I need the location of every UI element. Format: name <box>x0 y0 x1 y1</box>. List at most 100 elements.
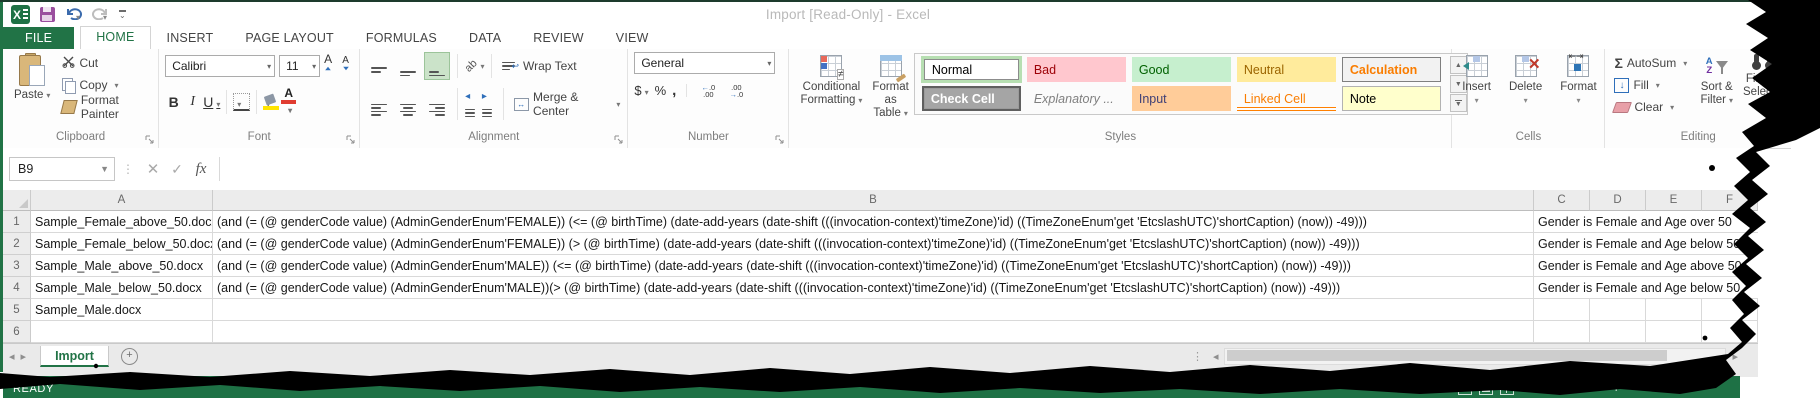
cell-B1[interactable]: (and (= (@ genderCode value) (AdminGende… <box>213 211 1534 233</box>
column-header-d[interactable]: D <box>1590 190 1646 211</box>
number-format-select[interactable]: General <box>634 52 775 74</box>
cell-A3[interactable]: Sample_Male_above_50.docx <box>31 255 213 277</box>
align-right-button[interactable] <box>424 88 450 120</box>
insert-cells-button[interactable]: Insert▾ <box>1457 52 1496 131</box>
cell-E5[interactable] <box>1646 299 1702 321</box>
scroll-right-icon[interactable]: ▸ <box>1726 350 1744 363</box>
tab-data[interactable]: DATA <box>453 28 517 49</box>
cell-C1[interactable]: Gender is Female and Age over 50 <box>1534 211 1758 233</box>
cell-A1[interactable]: Sample_Female_above_50.docx <box>31 211 213 233</box>
style-chip-linked-cell[interactable]: Linked Cell <box>1237 86 1336 111</box>
cell-C6[interactable] <box>1534 321 1590 343</box>
style-chip-neutral[interactable]: Neutral <box>1237 57 1336 82</box>
tab-page-layout[interactable]: PAGE LAYOUT <box>229 28 350 49</box>
cell-F5[interactable] <box>1702 299 1758 321</box>
align-center-button[interactable] <box>395 88 421 120</box>
sheet-nav-right-icon[interactable]: ▸ <box>21 350 33 363</box>
cancel-icon[interactable]: ✕ <box>141 160 165 178</box>
increase-indent-button[interactable]: ▸ <box>482 86 496 122</box>
tab-review[interactable]: REVIEW <box>517 28 600 49</box>
page-layout-view-icon[interactable] <box>1479 381 1493 395</box>
name-box[interactable]: B9▼ <box>9 157 115 181</box>
clear-button[interactable]: Clear <box>1611 96 1695 118</box>
shrink-font-button[interactable]: A <box>342 55 355 77</box>
style-chip-note[interactable]: Note <box>1342 86 1441 111</box>
cell-B3[interactable]: (and (= (@ genderCode value) (AdminGende… <box>213 255 1534 277</box>
enter-icon[interactable]: ✓ <box>165 161 189 178</box>
format-as-table-button[interactable]: Format as Table <box>867 52 913 122</box>
underline-button[interactable]: U <box>203 94 220 110</box>
cell-B4[interactable]: (and (= (@ genderCode value) (AdminGende… <box>213 277 1534 299</box>
accounting-format-button[interactable]: $ <box>634 83 648 98</box>
cell-A2[interactable]: Sample_Female_below_50.docx <box>31 233 213 255</box>
page-break-view-icon[interactable] <box>1500 381 1514 395</box>
delete-cells-button[interactable]: ✕ Delete▾ <box>1504 52 1547 131</box>
cell-A6[interactable] <box>31 321 213 343</box>
style-chip-calculation[interactable]: Calculation <box>1342 57 1441 82</box>
bold-button[interactable]: B <box>165 94 182 110</box>
merge-center-button[interactable]: ↔ Merge & Center <box>511 93 624 115</box>
row-header-4[interactable]: 4 <box>3 277 31 299</box>
decrease-decimal-button[interactable]: .00→.0 <box>725 84 747 98</box>
tab-formulas[interactable]: FORMULAS <box>350 28 453 49</box>
font-name-select[interactable]: Calibri <box>165 55 275 77</box>
cell-D5[interactable] <box>1590 299 1646 321</box>
row-header-3[interactable]: 3 <box>3 255 31 277</box>
font-size-select[interactable]: 11 <box>279 55 320 77</box>
align-left-button[interactable] <box>366 88 392 120</box>
insert-function-icon[interactable]: fx <box>189 161 213 178</box>
cell-B2[interactable]: (and (= (@ genderCode value) (AdminGende… <box>213 233 1534 255</box>
tab-home[interactable]: HOME <box>80 26 150 49</box>
cell-C4[interactable]: Gender is Female and Age below 50 <box>1534 277 1758 299</box>
column-header-f[interactable]: F <box>1702 190 1758 211</box>
tab-insert[interactable]: INSERT <box>151 28 230 49</box>
style-chip-bad[interactable]: Bad <box>1027 57 1126 82</box>
decrease-indent-button[interactable]: ◂ <box>465 86 479 122</box>
style-chip-normal[interactable]: Normal <box>924 59 1019 80</box>
tab-file[interactable]: FILE <box>3 27 74 49</box>
row-header-5[interactable]: 5 <box>3 299 31 321</box>
zoom-slider[interactable] <box>1535 387 1605 389</box>
format-cells-button[interactable]: ⇤⇥ Format▾ <box>1555 52 1601 131</box>
tab-scroll-splitter[interactable]: ⋮ <box>1188 350 1207 363</box>
column-header-b[interactable]: B <box>213 190 1534 211</box>
row-header-1[interactable]: 1 <box>3 211 31 233</box>
column-header-e[interactable]: E <box>1646 190 1702 211</box>
font-dialog-launcher-icon[interactable] <box>346 135 356 145</box>
zoom-in-icon[interactable]: + <box>1612 383 1620 393</box>
middle-align-button[interactable] <box>395 52 421 80</box>
column-header-c[interactable]: C <box>1534 190 1590 211</box>
style-chip-input[interactable]: Input <box>1132 86 1231 111</box>
format-painter-button[interactable]: Format Painter <box>59 96 154 118</box>
font-color-button[interactable]: A <box>281 88 296 116</box>
normal-view-icon[interactable] <box>1458 381 1472 395</box>
clipboard-dialog-launcher-icon[interactable] <box>145 135 155 145</box>
cell-F6[interactable] <box>1702 321 1758 343</box>
scroll-left-icon[interactable]: ◂ <box>1207 350 1225 363</box>
style-chip-explanatory[interactable]: Explanatory ... <box>1027 86 1126 111</box>
tab-view[interactable]: VIEW <box>600 28 665 49</box>
cell-C3[interactable]: Gender is Female and Age above 50 <box>1534 255 1758 277</box>
autosum-button[interactable]: Σ AutoSum <box>1611 52 1695 74</box>
cell-B6[interactable] <box>213 321 1534 343</box>
borders-button[interactable] <box>233 93 250 111</box>
style-chip-check-cell[interactable]: Check Cell <box>922 86 1021 111</box>
scrollbar-thumb[interactable] <box>1227 350 1667 361</box>
zoom-out-icon[interactable]: − <box>1521 383 1529 393</box>
increase-decimal-button[interactable]: ←.0.00 <box>697 84 719 98</box>
sort-filter-button[interactable]: AZ Sort & Filter <box>1695 52 1738 131</box>
horizontal-scrollbar[interactable]: ◂ ▸ <box>1207 348 1744 365</box>
cell-B5[interactable] <box>213 299 1534 321</box>
grow-font-button[interactable]: A <box>324 52 338 80</box>
conditional-formatting-button[interactable]: ≠ Conditional Formatting <box>795 52 867 109</box>
top-align-button[interactable] <box>366 52 392 80</box>
new-sheet-icon[interactable]: + <box>121 348 138 365</box>
percent-style-button[interactable]: % <box>655 83 667 98</box>
name-box-caret-icon[interactable]: ▼ <box>100 164 114 174</box>
cell-E6[interactable] <box>1646 321 1702 343</box>
wrap-text-button[interactable]: ↩ Wrap Text <box>499 55 579 77</box>
number-dialog-launcher-icon[interactable] <box>775 135 785 145</box>
cell-A5[interactable]: Sample_Male.docx <box>31 299 213 321</box>
italic-button[interactable]: I <box>184 94 201 110</box>
formula-input[interactable] <box>219 157 1758 181</box>
